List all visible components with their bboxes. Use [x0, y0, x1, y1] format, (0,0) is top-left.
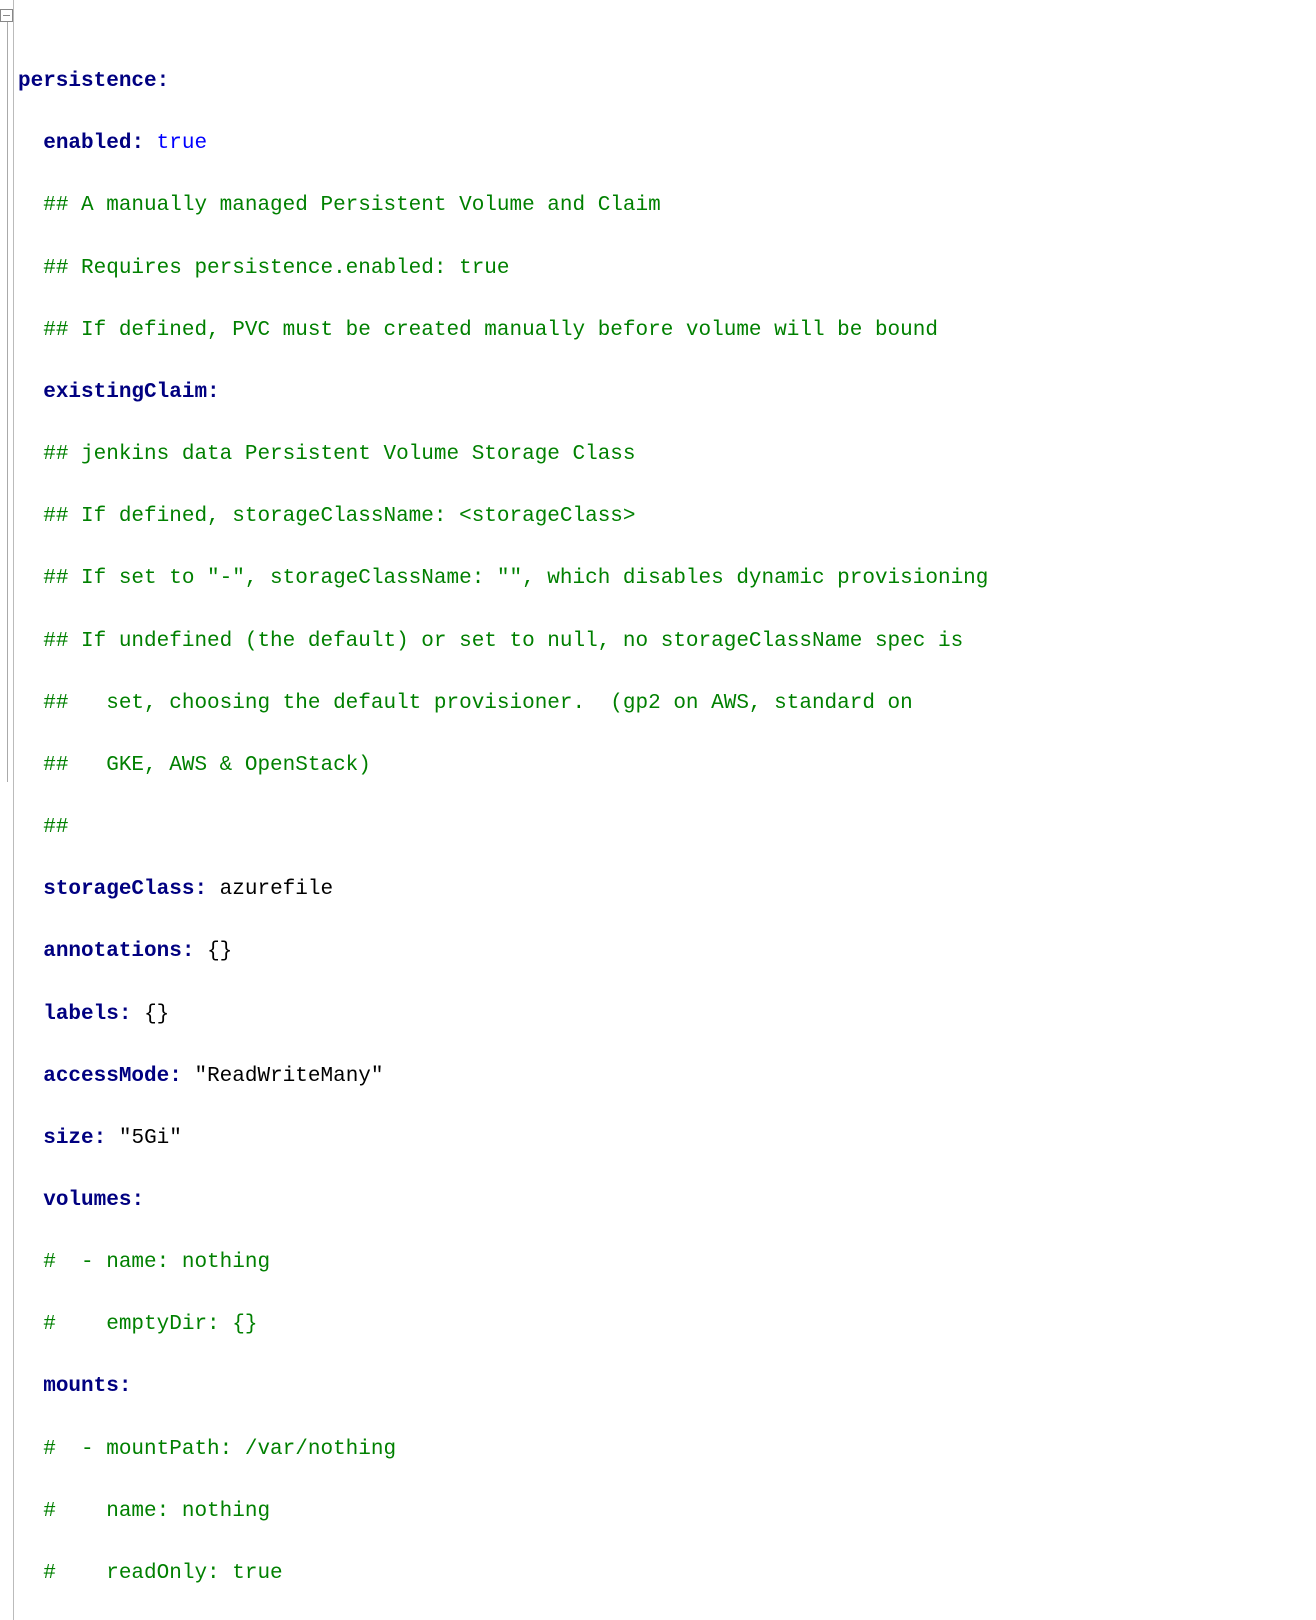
code-line: ## If defined, storageClassName: <storag…	[18, 501, 1316, 532]
yaml-key: mounts	[43, 1375, 119, 1398]
fold-toggle-icon[interactable]	[0, 9, 13, 22]
comment: ## A manually managed Persistent Volume …	[43, 194, 661, 217]
yaml-bool: true	[157, 132, 207, 155]
code-line: ## GKE, AWS & OpenStack)	[18, 750, 1316, 781]
comment: ## set, choosing the default provisioner…	[43, 692, 913, 715]
code-line: # readOnly: true	[18, 1558, 1316, 1589]
comment: ## If defined, storageClassName: <storag…	[43, 505, 635, 528]
yaml-key: existingClaim	[43, 381, 207, 404]
yaml-value: azurefile	[220, 878, 333, 901]
comment: ## If defined, PVC must be created manua…	[43, 319, 938, 342]
code-line: # - name: nothing	[18, 1247, 1316, 1278]
yaml-key: storageClass	[43, 878, 194, 901]
comment: ## If set to "-", storageClassName: "", …	[43, 567, 988, 590]
comment: ## jenkins data Persistent Volume Storag…	[43, 443, 635, 466]
code-line: mounts:	[18, 1371, 1316, 1402]
comment: ## Requires persistence.enabled: true	[43, 257, 509, 280]
code-line: ## If set to "-", storageClassName: "", …	[18, 563, 1316, 594]
code-line: volumes:	[18, 1185, 1316, 1216]
yaml-key: volumes	[43, 1189, 131, 1212]
code-line: ##	[18, 812, 1316, 843]
yaml-key: size	[43, 1127, 93, 1150]
comment: # emptyDir: {}	[43, 1313, 257, 1336]
code-line: accessMode: "ReadWriteMany"	[18, 1061, 1316, 1092]
code-line: ## jenkins data Persistent Volume Storag…	[18, 439, 1316, 470]
comment: # - name: nothing	[43, 1251, 270, 1274]
code-line: # emptyDir: {}	[18, 1309, 1316, 1340]
fold-gutter	[0, 0, 14, 1620]
code-line: ## Requires persistence.enabled: true	[18, 253, 1316, 284]
code-line: ## set, choosing the default provisioner…	[18, 688, 1316, 719]
yaml-value: "ReadWriteMany"	[194, 1065, 383, 1088]
comment: # - mountPath: /var/nothing	[43, 1438, 396, 1461]
code-line: # - mountPath: /var/nothing	[18, 1434, 1316, 1465]
yaml-value: {}	[144, 1003, 169, 1026]
code-line: # name: nothing	[18, 1496, 1316, 1527]
yaml-value: "5Gi"	[119, 1127, 182, 1150]
comment: # readOnly: true	[43, 1562, 282, 1585]
code-line: size: "5Gi"	[18, 1123, 1316, 1154]
code-line: labels: {}	[18, 999, 1316, 1030]
code-line: enabled: true	[18, 128, 1316, 159]
yaml-value: {}	[207, 940, 232, 963]
yaml-key: annotations	[43, 940, 182, 963]
code-editor: persistence: enabled: true ## A manually…	[0, 0, 1316, 1620]
comment: ## GKE, AWS & OpenStack)	[43, 754, 371, 777]
code-line: existingClaim:	[18, 377, 1316, 408]
yaml-key: accessMode	[43, 1065, 169, 1088]
yaml-key: labels	[43, 1003, 119, 1026]
code-line: persistence:	[18, 66, 1316, 97]
yaml-key: enabled	[43, 132, 131, 155]
comment: # name: nothing	[43, 1500, 270, 1523]
code-line: ## If defined, PVC must be created manua…	[18, 315, 1316, 346]
code-line: storageClass: azurefile	[18, 874, 1316, 905]
code-line: annotations: {}	[18, 936, 1316, 967]
code-line: ## A manually managed Persistent Volume …	[18, 190, 1316, 221]
comment: ## If undefined (the default) or set to …	[43, 630, 963, 653]
code-line: ## If undefined (the default) or set to …	[18, 626, 1316, 657]
comment: ##	[43, 816, 68, 839]
